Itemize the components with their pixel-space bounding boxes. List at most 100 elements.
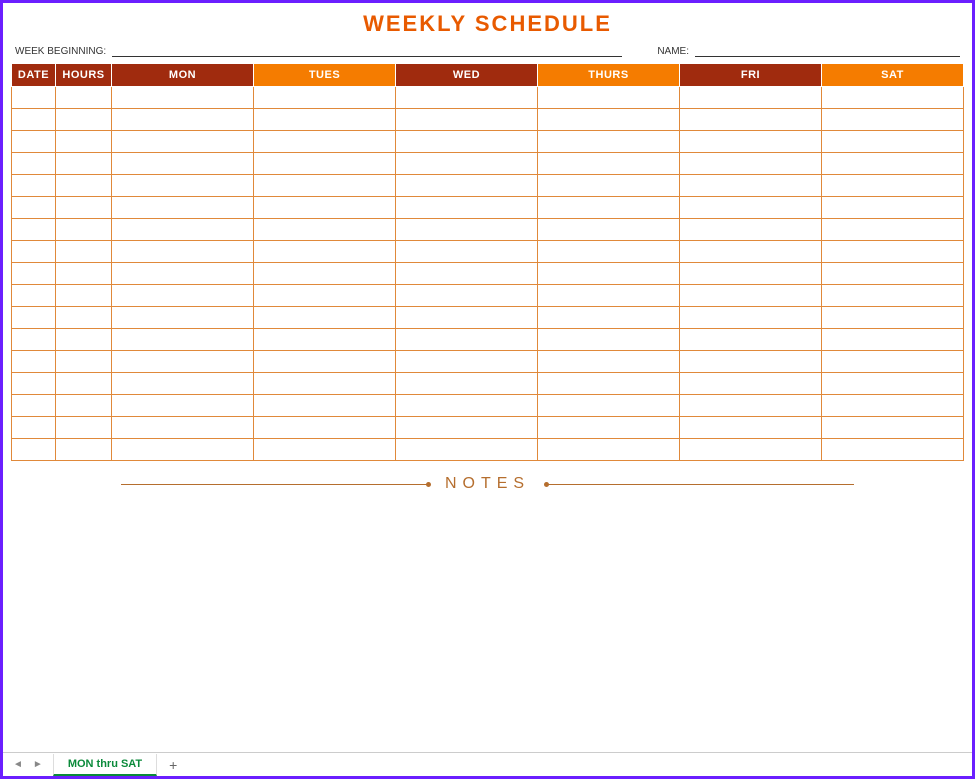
cell[interactable] [396,417,538,439]
cell[interactable] [822,373,964,395]
cell[interactable] [538,439,680,461]
cell[interactable] [680,263,822,285]
cell[interactable] [396,263,538,285]
cell[interactable] [680,439,822,461]
cell[interactable] [396,329,538,351]
cell[interactable] [396,439,538,461]
cell[interactable] [538,395,680,417]
cell[interactable] [396,219,538,241]
cell[interactable] [680,241,822,263]
cell[interactable] [822,153,964,175]
cell[interactable] [538,241,680,263]
cell[interactable] [822,197,964,219]
cell[interactable] [822,439,964,461]
cell[interactable] [12,153,56,175]
cell[interactable] [12,175,56,197]
cell[interactable] [822,263,964,285]
cell[interactable] [538,109,680,131]
cell[interactable] [680,307,822,329]
cell[interactable] [822,219,964,241]
cell[interactable] [396,87,538,109]
cell[interactable] [254,219,396,241]
cell[interactable] [396,373,538,395]
cell[interactable] [396,307,538,329]
cell[interactable] [56,285,112,307]
cell[interactable] [12,241,56,263]
cell[interactable] [56,87,112,109]
cell[interactable] [822,241,964,263]
cell[interactable] [396,153,538,175]
cell[interactable] [56,109,112,131]
cell[interactable] [254,285,396,307]
cell[interactable] [822,351,964,373]
cell[interactable] [112,197,254,219]
cell[interactable] [822,417,964,439]
cell[interactable] [112,153,254,175]
cell[interactable] [254,395,396,417]
cell[interactable] [12,439,56,461]
cell[interactable] [254,263,396,285]
cell[interactable] [680,109,822,131]
cell[interactable] [538,87,680,109]
cell[interactable] [112,307,254,329]
cell[interactable] [680,197,822,219]
cell[interactable] [538,373,680,395]
cell[interactable] [822,307,964,329]
cell[interactable] [680,219,822,241]
cell[interactable] [254,241,396,263]
cell[interactable] [680,285,822,307]
cell[interactable] [56,131,112,153]
cell[interactable] [56,373,112,395]
tab-mon-thru-sat[interactable]: MON thru SAT [53,754,157,776]
cell[interactable] [56,417,112,439]
cell[interactable] [254,417,396,439]
cell[interactable] [680,87,822,109]
cell[interactable] [538,307,680,329]
cell[interactable] [56,307,112,329]
cell[interactable] [112,373,254,395]
cell[interactable] [680,395,822,417]
cell[interactable] [254,307,396,329]
cell[interactable] [56,197,112,219]
cell[interactable] [56,351,112,373]
cell[interactable] [680,153,822,175]
cell[interactable] [112,351,254,373]
cell[interactable] [396,241,538,263]
cell[interactable] [112,395,254,417]
cell[interactable] [112,329,254,351]
cell[interactable] [396,109,538,131]
cell[interactable] [822,175,964,197]
cell[interactable] [56,175,112,197]
cell[interactable] [12,87,56,109]
cell[interactable] [680,131,822,153]
cell[interactable] [538,219,680,241]
sheet-next-icon[interactable]: ► [33,759,43,770]
cell[interactable] [396,395,538,417]
cell[interactable] [680,175,822,197]
cell[interactable] [822,87,964,109]
cell[interactable] [254,351,396,373]
cell[interactable] [12,197,56,219]
cell[interactable] [12,417,56,439]
cell[interactable] [112,439,254,461]
cell[interactable] [56,329,112,351]
cell[interactable] [56,153,112,175]
cell[interactable] [12,373,56,395]
cell[interactable] [112,285,254,307]
cell[interactable] [396,131,538,153]
cell[interactable] [396,175,538,197]
cell[interactable] [56,263,112,285]
cell[interactable] [12,307,56,329]
cell[interactable] [112,263,254,285]
cell[interactable] [822,329,964,351]
cell[interactable] [680,373,822,395]
cell[interactable] [680,329,822,351]
cell[interactable] [56,395,112,417]
cell[interactable] [12,131,56,153]
cell[interactable] [12,329,56,351]
cell[interactable] [822,395,964,417]
cell[interactable] [538,285,680,307]
cell[interactable] [56,241,112,263]
add-sheet-button[interactable]: + [157,757,189,773]
cell[interactable] [12,351,56,373]
